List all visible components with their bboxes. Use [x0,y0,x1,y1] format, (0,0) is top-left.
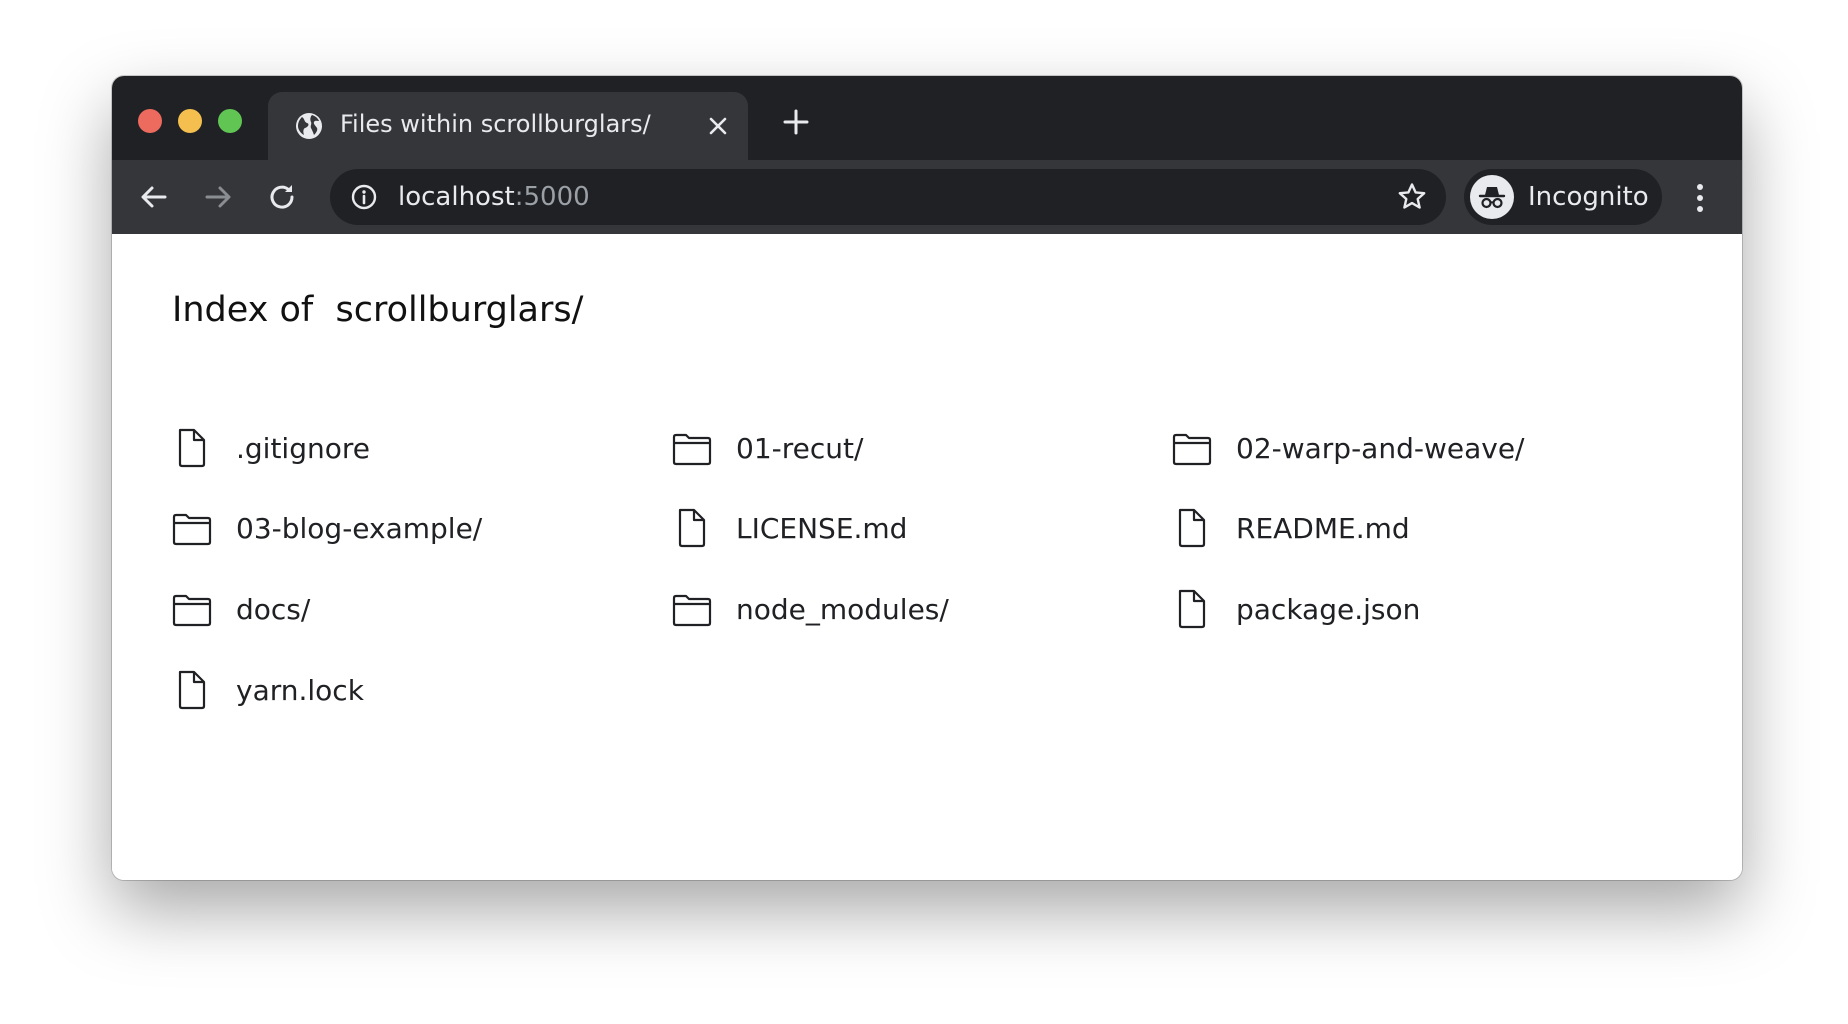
tab-title: Files within scrollburglars/ [340,110,651,138]
avatar [1470,175,1514,219]
globe-icon [296,113,322,139]
folder-icon [672,426,712,470]
url-host: localhost [398,182,515,212]
file-entry[interactable]: LICENSE.md [672,500,907,556]
incognito-icon [1478,187,1506,209]
window-close-button[interactable] [138,109,162,133]
entry-name: node_modules/ [736,592,949,626]
file-icon [172,426,212,470]
entry-name: README.md [1236,511,1410,545]
entry-name: LICENSE.md [736,511,908,545]
file-entry[interactable]: yarn.lock [172,662,364,718]
browser-toolbar: localhost:5000 Incognito [112,160,1742,234]
folder-entry[interactable]: docs/ [172,581,310,637]
folder-icon [172,587,212,631]
entry-name: package.json [1236,592,1421,626]
file-entry[interactable]: .gitignore [172,420,370,476]
address-bar[interactable]: localhost:5000 [330,169,1446,225]
entry-name: 01-recut/ [736,431,864,465]
folder-entry[interactable]: 01-recut/ [672,420,863,476]
entry-name: 03-blog-example/ [236,511,483,545]
more-menu-icon[interactable] [1694,182,1706,214]
file-icon [672,506,712,550]
file-entry[interactable]: package.json [1172,581,1420,637]
back-arrow-icon[interactable] [137,180,171,214]
entry-name: .gitignore [236,431,370,465]
close-icon[interactable] [708,116,728,136]
folder-entry[interactable]: 03-blog-example/ [172,500,482,556]
browser-tab[interactable]: Files within scrollburglars/ [268,92,748,160]
incognito-profile-button[interactable]: Incognito [1464,169,1662,225]
page-title: Index of scrollburglars/ [172,290,584,330]
file-icon [1172,587,1212,631]
folder-entry[interactable]: 02-warp-and-weave/ [1172,420,1524,476]
new-tab-button[interactable] [782,108,810,136]
entry-name: 02-warp-and-weave/ [1236,431,1525,465]
file-icon [172,668,212,712]
entry-name: docs/ [236,592,311,626]
file-listing: .gitignore 01-recut/02-warp-and-weave/03-… [172,420,1672,780]
browser-window: Files within scrollburglars/ localhost:5… [112,76,1742,880]
window-maximize-button[interactable] [218,109,242,133]
file-icon [1172,506,1212,550]
file-entry[interactable]: README.md [1172,500,1410,556]
profile-label: Incognito [1528,182,1649,212]
url-text[interactable]: localhost:5000 [398,182,590,212]
forward-arrow-icon[interactable] [201,180,235,214]
bookmark-star-icon[interactable] [1396,181,1428,213]
folder-icon [672,587,712,631]
folder-icon [172,506,212,550]
folder-entry[interactable]: node_modules/ [672,581,949,637]
entry-name: yarn.lock [236,673,364,707]
reload-icon[interactable] [265,180,299,214]
url-port: :5000 [514,182,590,212]
folder-icon [1172,426,1212,470]
title-bar: Files within scrollburglars/ [112,76,1742,160]
window-minimize-button[interactable] [178,109,202,133]
page-content: Index of scrollburglars/ .gitignore 01-re… [112,234,1742,880]
info-icon[interactable] [350,183,378,211]
